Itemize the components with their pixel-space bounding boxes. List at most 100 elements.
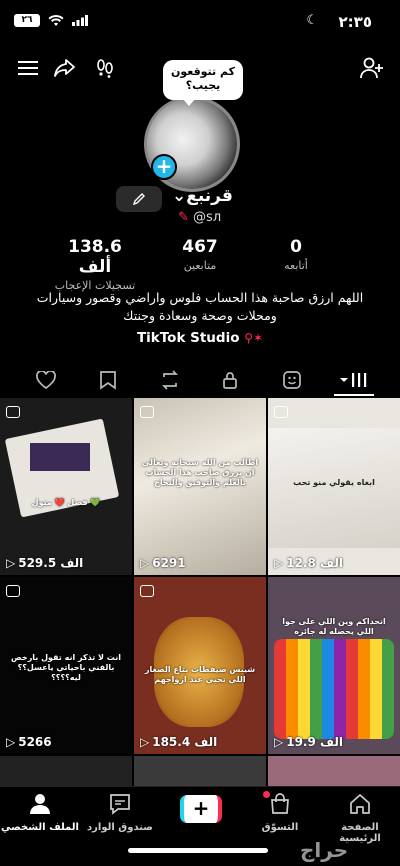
video-thumbnail[interactable]: ابغاه يقولي منو تحب ▷ 12.8 الف	[268, 398, 400, 575]
bookmark-icon	[100, 371, 116, 390]
create-button[interactable]: +	[180, 795, 222, 823]
footprints-icon[interactable]	[92, 55, 118, 81]
video-thumbnail[interactable]: شيبس صيفطات بتاع الصغار اللي تحيي عند از…	[134, 577, 266, 754]
add-story-plus-icon[interactable]: +	[151, 154, 177, 180]
video-caption: اتحداكم وين اللي على جوا اللي يحصله له ج…	[282, 617, 386, 636]
pencil-icon	[132, 192, 145, 205]
video-thumbnail[interactable]	[134, 756, 266, 790]
signal-icon	[72, 15, 88, 26]
clock: ٢:٣٥	[338, 13, 372, 31]
haraj-watermark: حراج	[300, 838, 349, 862]
nav-home[interactable]: الصفحة الرئيسية	[320, 793, 400, 844]
notification-dot	[263, 791, 270, 798]
profile-name-row[interactable]: ⌄قرنبع	[172, 186, 233, 206]
videos-grid: فصل ❤️ متول 💚 ▷ 529.5 الف اطالب من الله س…	[0, 398, 400, 790]
play-icon: ▷	[6, 556, 16, 570]
nav-profile[interactable]: الملف الشخصي	[0, 793, 80, 833]
video-caption: ابغاه يقولي منو تحب	[293, 478, 375, 487]
inbox-icon	[110, 794, 130, 815]
studio-sparkle-icon: ⚲✶	[244, 331, 264, 345]
video-thumbnail[interactable]: اطالب من الله سبحانه وتعالى ان يرزق صاحب…	[134, 398, 266, 575]
video-caption: اطالب من الله سبحانه وتعالى ان يرزق صاحب…	[141, 458, 259, 487]
profile-name: قرنبع	[186, 186, 233, 206]
video-views: ▷ 6291	[140, 556, 186, 570]
profile-handle: @sл	[193, 210, 222, 225]
view-count: 6291	[152, 556, 186, 570]
pinned-icon	[274, 406, 288, 418]
video-thumbnail[interactable]	[0, 756, 132, 790]
stat-value: 467	[182, 237, 218, 257]
view-count: 185.4 الف	[152, 735, 218, 749]
video-views: ▷ 185.4 الف	[140, 735, 217, 749]
wifi-icon	[48, 14, 64, 26]
nav-shop[interactable]: التسوّق	[240, 793, 320, 833]
pinned-icon	[6, 585, 20, 597]
nav-label: صندوق الوارد	[87, 822, 153, 833]
shopping-bag-icon	[271, 793, 289, 814]
play-icon: ▷	[140, 556, 150, 570]
grid-videos-icon	[340, 373, 367, 387]
moon-icon: ☾	[306, 13, 318, 28]
edit-handle-icon: ✎	[178, 210, 189, 225]
view-count: 19.9 الف	[286, 735, 343, 749]
avatar-note-bubble[interactable]: كم تتوقعون يجيب؟	[163, 60, 243, 106]
pinned-icon	[140, 406, 154, 418]
add-friend-icon[interactable]	[358, 55, 386, 81]
video-caption: انت لا تذكر انه تقول بارخص بالفني باحيات…	[11, 653, 121, 682]
tab-private[interactable]	[210, 364, 250, 396]
stat-followers[interactable]: 467 متابعين	[155, 237, 245, 272]
stat-value: 0	[290, 237, 302, 257]
video-thumbnail[interactable]	[268, 756, 400, 790]
tab-reposts[interactable]	[150, 364, 190, 396]
profile-bio: اللهم ارزق صاحبة هذا الحساب فلوس واراضي …	[36, 290, 364, 323]
pinned-icon	[140, 585, 154, 597]
profile-handle-row: ✎ @sл	[178, 210, 221, 225]
nav-label: الملف الشخصي	[1, 822, 79, 833]
menu-icon[interactable]	[16, 56, 40, 80]
repost-icon	[161, 370, 179, 390]
view-count: 529.5 الف	[18, 556, 84, 570]
heart-hidden-icon	[36, 371, 56, 389]
sticker-icon	[283, 371, 301, 389]
stat-likes[interactable]: 138.6 ألف تسجيلات الإعجاب	[50, 237, 140, 292]
video-views: ▷ 19.9 الف	[274, 735, 343, 749]
play-icon: ▷	[140, 735, 150, 749]
profile-content-tabs	[0, 364, 400, 396]
nav-label: التسوّق	[261, 822, 299, 833]
video-caption: فصل ❤️ متول 💚	[31, 498, 101, 507]
stat-value: 138.6 ألف	[68, 237, 122, 277]
tab-liked[interactable]	[26, 364, 66, 396]
play-icon: ▷	[274, 556, 284, 570]
tab-favorites[interactable]	[88, 364, 128, 396]
pinned-icon	[6, 406, 20, 418]
chevron-down-icon: ⌄	[172, 186, 187, 206]
view-count: 5266	[18, 735, 52, 749]
status-bar: ٢٦ ☾ ٢:٣٥	[0, 0, 400, 44]
home-indicator[interactable]	[128, 848, 268, 853]
battery-icon: ٢٦	[14, 14, 40, 27]
tab-videos[interactable]	[334, 364, 374, 396]
video-views: ▷ 529.5 الف	[6, 556, 83, 570]
video-views: ▷ 5266	[6, 735, 52, 749]
video-thumbnail[interactable]: فصل ❤️ متول 💚 ▷ 529.5 الف	[0, 398, 132, 575]
tab-stickers[interactable]	[272, 364, 312, 396]
profile-icon	[30, 794, 50, 814]
nav-inbox[interactable]: صندوق الوارد	[80, 793, 160, 833]
edit-profile-button[interactable]	[116, 186, 162, 212]
play-icon: ▷	[274, 735, 284, 749]
share-icon[interactable]	[52, 55, 78, 81]
lock-icon	[223, 372, 237, 389]
video-thumbnail[interactable]: انت لا تذكر انه تقول بارخص بالفني باحيات…	[0, 577, 132, 754]
profile-stats: 0 أتابعه 467 متابعين 138.6 ألف تسجيلات ا…	[0, 237, 400, 292]
video-views: ▷ 12.8 الف	[274, 556, 343, 570]
stat-label: متابعين	[183, 259, 217, 272]
stat-label: أتابعه	[284, 259, 308, 272]
tiktok-studio-link[interactable]: TikTok Studio ⚲✶	[0, 330, 400, 346]
video-thumbnail[interactable]: اتحداكم وين اللي على جوا اللي يحصله له ج…	[268, 577, 400, 754]
video-caption: شيبس صيفطات بتاع الصغار اللي تحيي عند از…	[144, 665, 256, 684]
home-icon	[350, 794, 370, 814]
status-icons: ٢٦	[14, 14, 88, 27]
view-count: 12.8 الف	[286, 556, 343, 570]
play-icon: ▷	[6, 735, 16, 749]
stat-following[interactable]: 0 أتابعه	[251, 237, 341, 272]
